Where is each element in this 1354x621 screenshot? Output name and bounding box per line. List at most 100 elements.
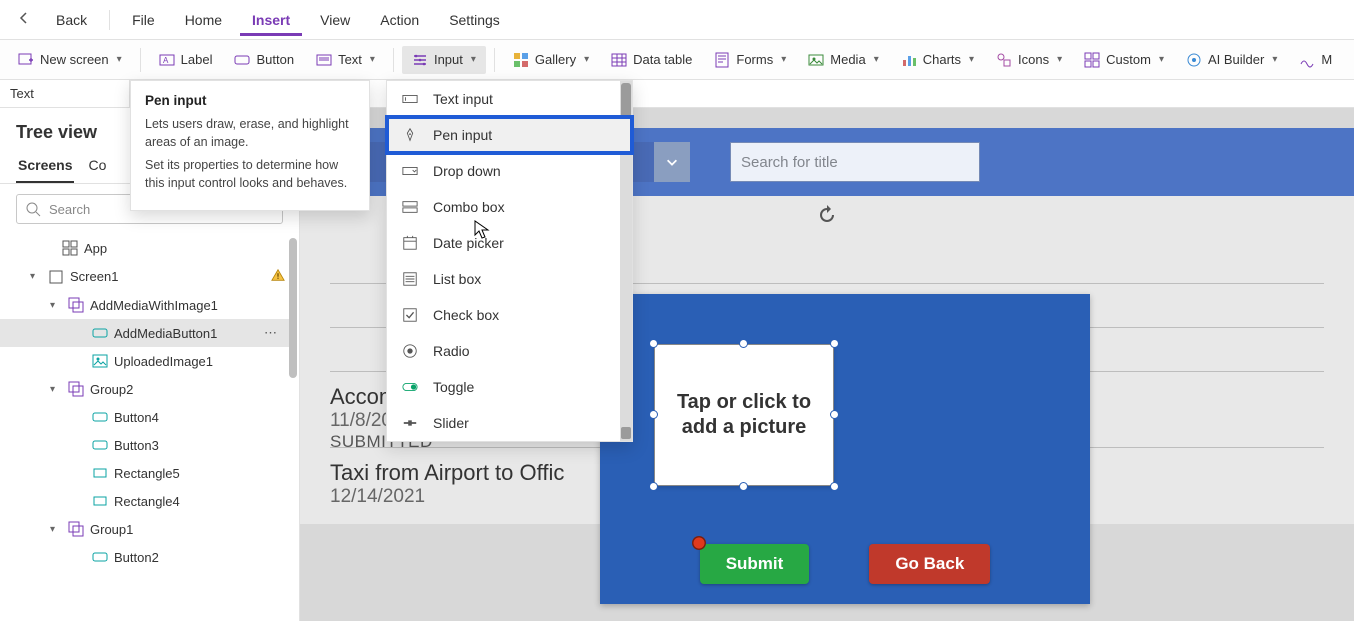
- scrollbar-thumb[interactable]: [289, 238, 297, 378]
- scrollbar-thumb[interactable]: [621, 83, 631, 119]
- tooltip-title: Pen input: [145, 93, 355, 108]
- custom-label: Custom: [1106, 52, 1151, 67]
- menu-item-label: Check box: [433, 307, 499, 323]
- gallery-label: Gallery: [535, 52, 576, 67]
- menu-item-pen-input[interactable]: Pen input: [387, 117, 632, 153]
- resize-handle[interactable]: [830, 482, 839, 491]
- charts-button[interactable]: Charts ▾: [891, 46, 984, 74]
- resize-handle[interactable]: [830, 339, 839, 348]
- menu-bar: Back File Home Insert View Action Settin…: [0, 0, 1354, 40]
- slider-icon: [401, 414, 419, 432]
- menu-item-toggle[interactable]: Toggle: [387, 369, 632, 405]
- chevron-down-icon[interactable]: ▾: [30, 271, 42, 282]
- menu-action[interactable]: Action: [368, 4, 431, 36]
- refresh-icon[interactable]: [817, 205, 837, 228]
- resize-handle[interactable]: [649, 410, 658, 419]
- scrollbar-thumb[interactable]: [621, 427, 631, 439]
- toggle-icon: [401, 378, 419, 396]
- tree-item-uploadedimage1[interactable]: UploadedImage1: [0, 347, 293, 375]
- menu-item-list-box[interactable]: List box: [387, 261, 632, 297]
- tree-item-label: Screen1: [70, 269, 118, 284]
- tree-item-button2[interactable]: Button2: [0, 543, 293, 571]
- tree-item-group1[interactable]: ▾Group1: [0, 515, 293, 543]
- menu-settings[interactable]: Settings: [437, 4, 512, 36]
- app-search-placeholder: Search for title: [741, 154, 838, 171]
- gallery-icon: [513, 52, 529, 68]
- tree-item-app[interactable]: App: [0, 234, 293, 262]
- menu-item-date-picker[interactable]: Date picker: [387, 225, 632, 261]
- menu-file[interactable]: File: [120, 4, 167, 36]
- menu-item-drop-down[interactable]: Drop down: [387, 153, 632, 189]
- chevron-down-icon[interactable]: ▾: [50, 524, 62, 535]
- menu-item-slider[interactable]: Slider: [387, 405, 632, 441]
- chevron-down-icon: ▾: [584, 54, 589, 65]
- app-search-input[interactable]: Search for title: [730, 142, 980, 182]
- pen-icon: [401, 126, 419, 144]
- button-button[interactable]: Button: [224, 46, 304, 74]
- menu-home[interactable]: Home: [173, 4, 234, 36]
- tree-item-addmediabutton1[interactable]: AddMediaButton1⋯: [0, 319, 293, 347]
- aibuilder-button[interactable]: AI Builder ▾: [1176, 46, 1287, 74]
- menu-item-label: List box: [433, 271, 481, 287]
- more-options-icon[interactable]: ⋯: [256, 325, 285, 341]
- menu-insert[interactable]: Insert: [240, 4, 302, 36]
- chevron-down-icon[interactable]: [654, 142, 690, 182]
- new-screen-button[interactable]: New screen ▾: [8, 46, 132, 74]
- menu-item-combo-box[interactable]: Combo box: [387, 189, 632, 225]
- menu-item-label: Drop down: [433, 163, 501, 179]
- group-icon: [68, 521, 84, 537]
- tree-item-button4[interactable]: Button4: [0, 403, 293, 431]
- label-button[interactable]: A Label: [149, 46, 223, 74]
- menu-view[interactable]: View: [308, 4, 362, 36]
- resize-handle[interactable]: [739, 482, 748, 491]
- icons-button[interactable]: Icons ▾: [986, 46, 1072, 74]
- tree-item-rectangle4[interactable]: Rectangle4: [0, 487, 293, 515]
- menu-item-radio[interactable]: Radio: [387, 333, 632, 369]
- back-arrow-icon[interactable]: [10, 6, 38, 33]
- label-icon: A: [159, 52, 175, 68]
- menu-back[interactable]: Back: [44, 4, 99, 36]
- chevron-down-icon: ▾: [1057, 54, 1062, 65]
- listbox-icon: [401, 270, 419, 288]
- input-button[interactable]: Input ▾: [402, 46, 486, 74]
- submit-button[interactable]: Submit: [700, 544, 810, 584]
- tooltip-pen-input: Pen input Lets users draw, erase, and hi…: [130, 80, 370, 211]
- tree-item-rectangle5[interactable]: Rectangle5: [0, 459, 293, 487]
- datatable-button[interactable]: Data table: [601, 46, 702, 74]
- resize-handle[interactable]: [649, 482, 658, 491]
- resize-handle[interactable]: [830, 410, 839, 419]
- label-text: Label: [181, 52, 213, 67]
- add-picture-placeholder[interactable]: Tap or click to add a picture: [654, 344, 834, 486]
- media-button[interactable]: Media ▾: [798, 46, 888, 74]
- tree-item-addmediawithimage1[interactable]: ▾AddMediaWithImage1: [0, 291, 293, 319]
- tab-screens[interactable]: Screens: [16, 149, 74, 183]
- datepicker-icon: [401, 234, 419, 252]
- chevron-down-icon[interactable]: ▾: [50, 300, 62, 311]
- menu-item-label: Date picker: [433, 235, 504, 251]
- button-text: Button: [256, 52, 294, 67]
- text-button[interactable]: Text ▾: [306, 46, 385, 74]
- chevron-down-icon[interactable]: ▾: [50, 384, 62, 395]
- button-icon: [92, 325, 108, 341]
- menu-item-label: Text input: [433, 91, 493, 107]
- resize-handle[interactable]: [649, 339, 658, 348]
- property-selector[interactable]: Text: [0, 80, 130, 107]
- tab-components[interactable]: Co: [86, 149, 108, 183]
- app-icon: [62, 240, 78, 256]
- warning-icon: [271, 268, 285, 285]
- forms-button[interactable]: Forms ▾: [704, 46, 796, 74]
- tree-item-screen1[interactable]: ▾ Screen1: [0, 262, 293, 291]
- goback-button[interactable]: Go Back: [869, 544, 990, 584]
- gallery-button[interactable]: Gallery ▾: [503, 46, 599, 74]
- menu-item-text-input[interactable]: Text input: [387, 81, 632, 117]
- addmediabutton-selection[interactable]: Tap or click to add a picture: [654, 344, 834, 486]
- screen-icon: [48, 269, 64, 285]
- menu-item-check-box[interactable]: Check box: [387, 297, 632, 333]
- custom-button[interactable]: Custom ▾: [1074, 46, 1174, 74]
- mixed-button[interactable]: M: [1289, 46, 1342, 74]
- resize-handle[interactable]: [739, 339, 748, 348]
- group-icon: [68, 297, 84, 313]
- tree-item-button3[interactable]: Button3: [0, 431, 293, 459]
- ribbon-sep: [140, 48, 141, 72]
- tree-item-group2[interactable]: ▾Group2: [0, 375, 293, 403]
